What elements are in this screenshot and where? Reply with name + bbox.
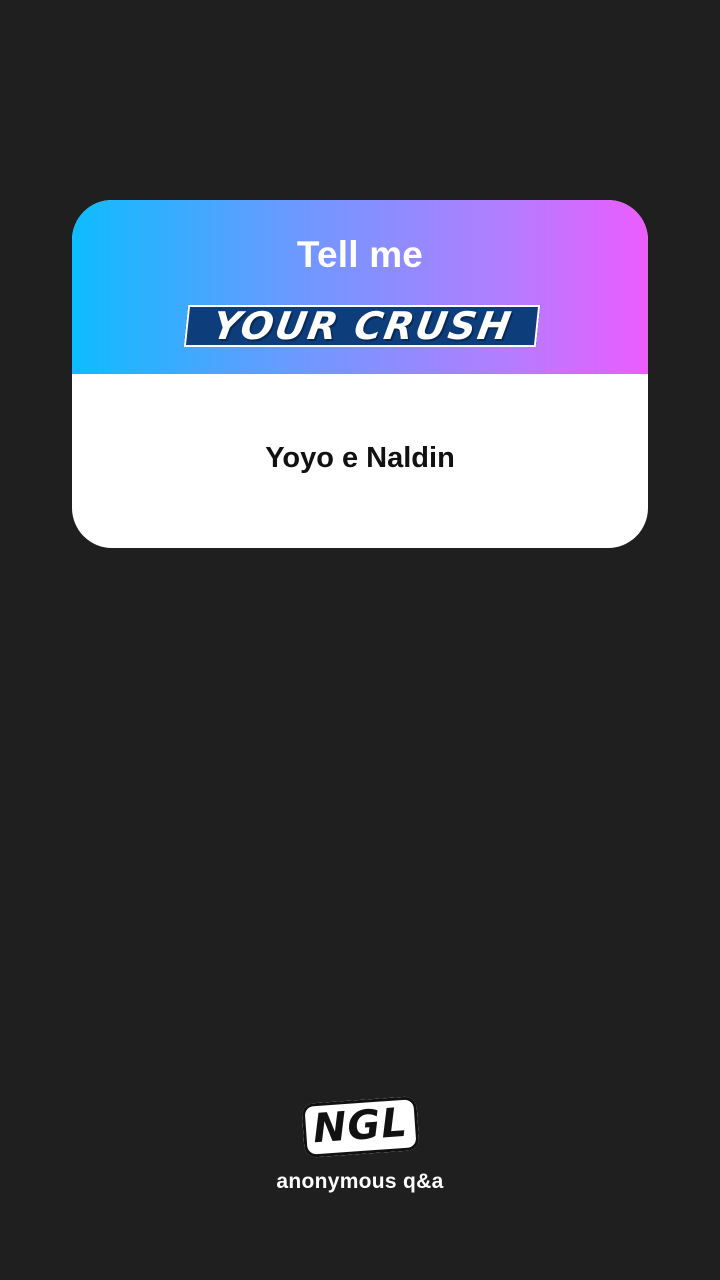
brand-tagline: anonymous q&a bbox=[276, 1170, 444, 1193]
card-title: Tell me bbox=[296, 234, 424, 275]
brand-footer: NGL anonymous q&a bbox=[0, 1096, 720, 1194]
card-body: Yoyo e Naldin bbox=[72, 374, 648, 548]
ngl-logo: NGL bbox=[300, 1096, 420, 1158]
question-card: Tell me YOUR CRUSH Yoyo e Naldin bbox=[72, 200, 648, 548]
prompt-badge-text: YOUR CRUSH bbox=[208, 304, 516, 348]
answer-text: Yoyo e Naldin bbox=[265, 442, 455, 474]
card-header: Tell me YOUR CRUSH bbox=[72, 200, 648, 374]
prompt-badge: YOUR CRUSH bbox=[183, 304, 541, 348]
